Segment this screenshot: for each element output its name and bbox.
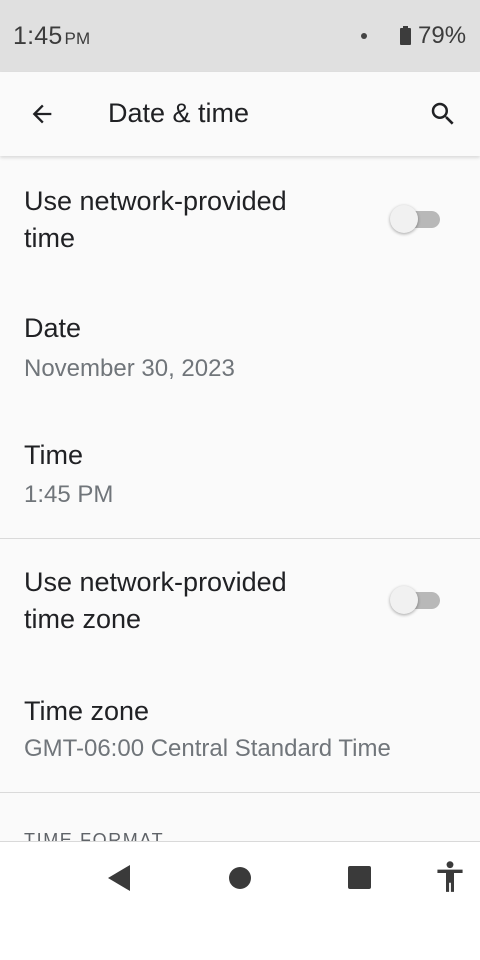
section-divider (0, 792, 480, 793)
switch-thumb (390, 205, 418, 233)
accessibility-icon[interactable] (436, 861, 464, 893)
date-title: Date (24, 313, 82, 343)
nav-home-icon[interactable] (229, 867, 251, 889)
status-clock: 1:45 PM (13, 22, 90, 51)
nav-recents-icon[interactable] (348, 866, 371, 889)
auto-time-title: Use network-provided time (24, 183, 287, 257)
switch-thumb (390, 586, 418, 614)
nav-back-icon[interactable] (107, 864, 131, 892)
arrow-back-icon[interactable] (28, 100, 56, 128)
notification-dot-icon (361, 33, 367, 39)
status-time-value: 1:45 (13, 22, 63, 50)
auto-time-title-line2: time (24, 223, 76, 253)
auto-time-zone-title-line1: Use network-provided (24, 567, 287, 597)
page-title: Date & time (108, 98, 250, 128)
navigation-bar (0, 841, 480, 960)
auto-time-switch[interactable] (390, 204, 442, 234)
auto-time-zone-title-line2: time zone (24, 604, 142, 634)
time-zone-title: Time zone (24, 696, 150, 726)
auto-time-zone-setting[interactable]: Use network-provided time zone (0, 539, 480, 667)
auto-time-title-line1: Use network-provided (24, 186, 287, 216)
status-time-ampm: PM (64, 29, 91, 48)
app-bar: Date & time (0, 72, 480, 156)
time-zone-value: GMT-06:00 Central Standard Time (24, 735, 391, 762)
status-bar: 1:45 PM 79% (0, 0, 480, 72)
date-setting[interactable]: Date November 30, 2023 (0, 284, 480, 411)
settings-screen: 1:45 PM 79% Date & time Use network-provi… (0, 0, 480, 960)
auto-time-setting[interactable]: Use network-provided time (0, 156, 480, 284)
battery-icon (400, 26, 411, 45)
time-value: 1:45 PM (24, 481, 114, 508)
battery-percentage: 79% (418, 22, 467, 49)
time-title: Time (24, 440, 83, 470)
date-value: November 30, 2023 (24, 355, 235, 382)
auto-time-zone-title: Use network-provided time zone (24, 564, 287, 638)
search-icon[interactable] (428, 99, 458, 129)
time-setting[interactable]: Time 1:45 PM (0, 411, 480, 538)
time-zone-setting[interactable]: Time zone GMT-06:00 Central Standard Tim… (0, 667, 480, 792)
auto-time-zone-switch[interactable] (390, 585, 442, 615)
